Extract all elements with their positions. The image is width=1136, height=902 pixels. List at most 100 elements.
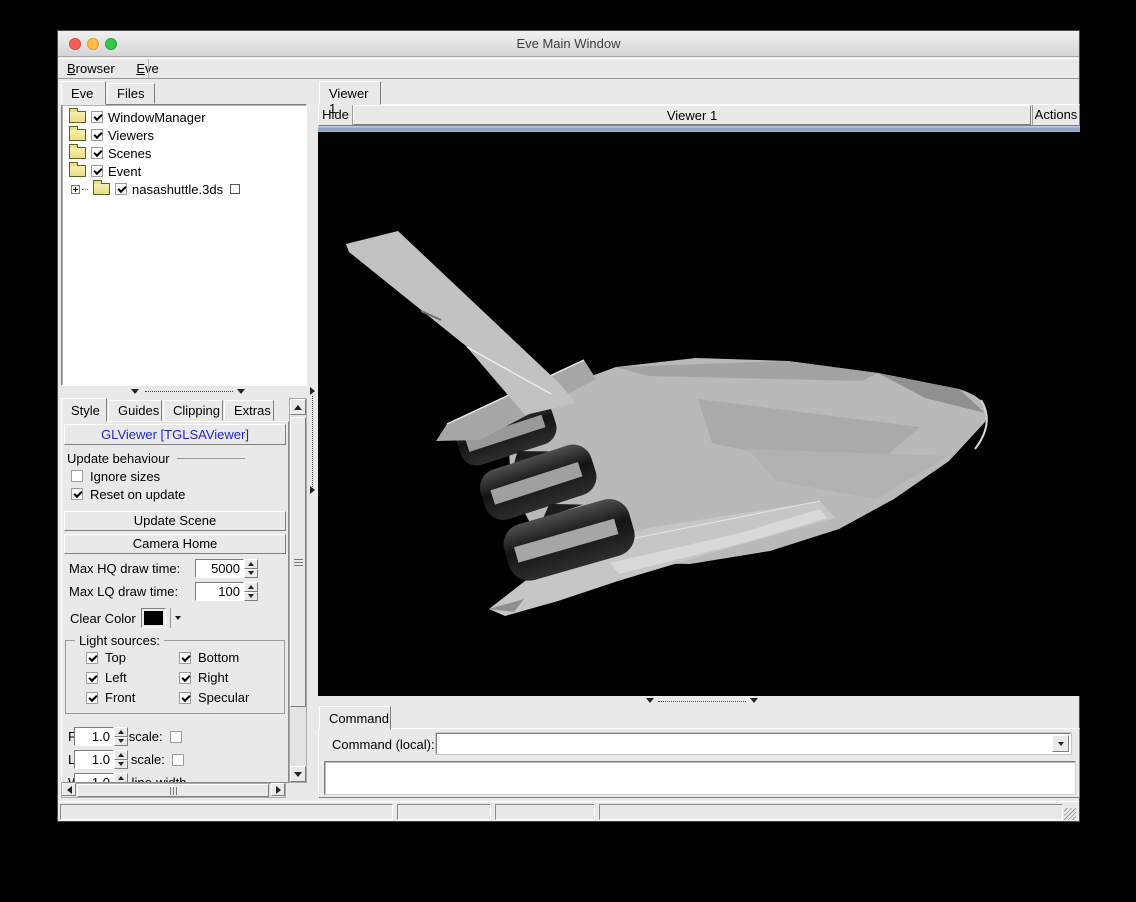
tree-item-event[interactable]: Event — [62, 162, 306, 180]
command-panel: Command (local): — [318, 728, 1080, 798]
chevron-right-icon — [310, 387, 315, 395]
line-width-spinner: 1.0 — [74, 750, 128, 769]
tree-label[interactable]: Event — [108, 164, 141, 179]
tree-item-windowmanager[interactable]: WindowManager — [62, 108, 306, 126]
max-hq-value[interactable]: 5000 — [195, 559, 244, 578]
command-output-area[interactable] — [324, 761, 1076, 795]
eve-main-window: Eve Main Window Browser Eve Eve Files Wi… — [57, 30, 1080, 822]
menubar-divider — [148, 59, 149, 78]
spin-up-icon[interactable] — [114, 750, 128, 760]
wireframe-value[interactable]: 1.0 — [74, 773, 114, 783]
scroll-right-icon[interactable] — [271, 783, 285, 796]
style-panel-hscrollbar[interactable] — [61, 783, 286, 798]
update-behaviour-group: Update behaviour — [67, 451, 245, 466]
tab-eve[interactable]: Eve — [61, 81, 106, 105]
light-specular-option: Specular — [179, 690, 249, 705]
style-panel-vscrollbar[interactable] — [289, 398, 307, 783]
eve-tree-panel: WindowManager Viewers Scenes Event nasas… — [61, 104, 307, 386]
thumb-grip-icon — [170, 787, 177, 795]
tree-item-nasashuttle[interactable]: nasashuttle.3ds — [62, 180, 306, 198]
light-left-checkbox[interactable] — [86, 672, 98, 684]
checkbox-event[interactable] — [91, 165, 103, 177]
update-scene-button[interactable]: Update Scene — [64, 511, 286, 531]
max-hq-spinner: 5000 — [195, 559, 258, 578]
status-cell — [495, 804, 595, 820]
glviewer-class-button[interactable]: GLViewer [TGLSAViewer] — [64, 424, 286, 445]
checkbox-viewers[interactable] — [91, 129, 103, 141]
spin-up-icon[interactable] — [244, 559, 258, 569]
viewer-toolbar: Hide Viewer 1 Actions — [318, 104, 1080, 126]
scroll-up-icon[interactable] — [290, 399, 306, 415]
ignore-sizes-checkbox[interactable] — [71, 470, 83, 482]
spin-up-icon[interactable] — [244, 582, 258, 592]
spin-up-icon[interactable] — [114, 773, 128, 783]
light-specular-checkbox[interactable] — [179, 692, 191, 704]
wireframe-line-width-row: Wireframe line-width 1.0 — [68, 775, 186, 783]
tree-item-scenes[interactable]: Scenes — [62, 144, 306, 162]
hscroll-thumb[interactable] — [77, 784, 269, 797]
light-left-option: Left — [86, 670, 127, 685]
clear-color-label: Clear Color — [70, 611, 136, 626]
spin-up-icon[interactable] — [114, 727, 128, 737]
light-bottom-checkbox[interactable] — [179, 652, 191, 664]
light-top-checkbox[interactable] — [86, 652, 98, 664]
menu-browser[interactable]: Browser — [58, 59, 124, 78]
tree-item-viewers[interactable]: Viewers — [62, 126, 306, 144]
light-front-option: Front — [86, 690, 135, 705]
tab-guides[interactable]: Guides — [108, 400, 162, 421]
checkbox-windowmanager[interactable] — [91, 111, 103, 123]
checkbox-scenes[interactable] — [91, 147, 103, 159]
clear-color-dropdown[interactable] — [170, 608, 184, 628]
clear-color-swatch[interactable] — [141, 608, 166, 628]
max-hq-label: Max HQ draw time: — [69, 561, 180, 576]
viewer-title: Viewer 1 — [353, 105, 1031, 125]
line-width-value[interactable]: 1.0 — [74, 750, 114, 769]
camera-home-button[interactable]: Camera Home — [64, 534, 286, 554]
main-vertical-splitter[interactable] — [308, 81, 317, 799]
tab-command[interactable]: Command — [319, 706, 391, 730]
chevron-down-icon — [646, 698, 654, 703]
expand-icon[interactable] — [71, 185, 80, 194]
point-size-value[interactable]: 1.0 — [74, 727, 114, 746]
vscroll-thumb[interactable] — [290, 417, 306, 707]
point-size-spinner: 1.0 — [74, 727, 128, 746]
command-input[interactable] — [439, 735, 1050, 752]
status-cell — [599, 804, 1063, 820]
resize-grip-icon[interactable] — [1064, 808, 1076, 820]
gl-viewport[interactable] — [318, 132, 1080, 696]
point-size-row: Point-size scale: 1.0 — [68, 729, 182, 744]
shuttle-3d-model — [318, 132, 1080, 696]
max-lq-value[interactable]: 100 — [195, 582, 244, 601]
line-width-checkbox[interactable] — [172, 754, 184, 766]
tab-files[interactable]: Files — [107, 83, 155, 104]
tree-label[interactable]: WindowManager — [108, 110, 206, 125]
checkbox-nasashuttle[interactable] — [115, 183, 127, 195]
viewer-command-splitter[interactable] — [318, 696, 1080, 706]
group-rule — [177, 458, 245, 459]
max-lq-row: Max LQ draw time: 100 — [69, 584, 178, 599]
scroll-down-icon[interactable] — [290, 766, 306, 782]
tree-splitter[interactable] — [61, 386, 307, 397]
command-local-label: Command (local): — [332, 737, 435, 752]
light-right-checkbox[interactable] — [179, 672, 191, 684]
scroll-left-icon[interactable] — [62, 783, 76, 796]
spin-down-icon[interactable] — [114, 760, 128, 770]
tab-extras[interactable]: Extras — [224, 400, 274, 421]
spin-down-icon[interactable] — [114, 737, 128, 747]
folder-icon — [93, 183, 110, 195]
spin-down-icon[interactable] — [244, 592, 258, 602]
actions-button[interactable]: Actions — [1032, 105, 1079, 125]
point-size-checkbox[interactable] — [170, 731, 182, 743]
tree-label[interactable]: Scenes — [108, 146, 151, 161]
tree-label[interactable]: nasashuttle.3ds — [132, 182, 223, 197]
light-front-checkbox[interactable] — [86, 692, 98, 704]
tab-viewer1[interactable]: Viewer 1 — [319, 81, 381, 105]
chevron-down-icon — [131, 389, 139, 394]
reset-on-update-checkbox[interactable] — [71, 488, 83, 500]
tab-style[interactable]: Style — [61, 398, 107, 422]
tab-clipping[interactable]: Clipping — [163, 400, 223, 421]
color-box-icon[interactable] — [230, 184, 240, 194]
combo-dropdown-icon[interactable] — [1052, 735, 1069, 752]
spin-down-icon[interactable] — [244, 569, 258, 579]
tree-label[interactable]: Viewers — [108, 128, 154, 143]
